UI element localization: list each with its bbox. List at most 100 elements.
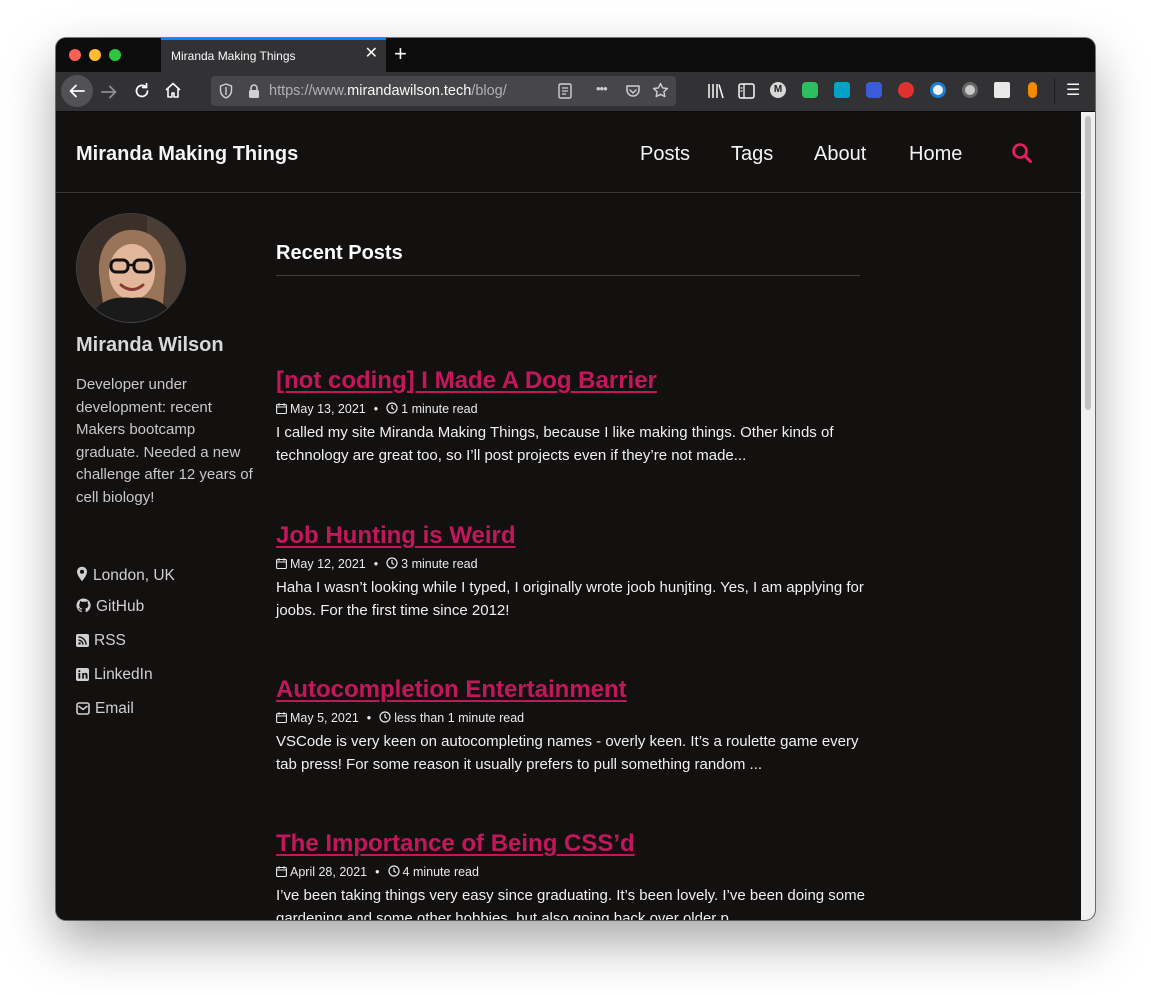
nav-home[interactable]: Home (909, 143, 962, 166)
post-excerpt: I called my site Miranda Making Things, … (276, 424, 834, 464)
post-meta: May 5, 2021 • less than 1 minute read (276, 711, 866, 725)
section-divider (276, 275, 860, 276)
meta-separator: • (373, 402, 379, 416)
back-arrow-icon (69, 84, 85, 98)
browser-window: Miranda Making Things ✕ + https://www.mi… (56, 38, 1095, 920)
home-button[interactable] (164, 81, 182, 99)
post-item: Job Hunting is Weird May 12, 2021 • 3 minu… (276, 521, 866, 622)
author-name: Miranda Wilson (76, 334, 224, 356)
linkedin-link[interactable]: LinkedIn (76, 666, 153, 684)
post-meta: April 28, 2021 • 4 minute read (276, 865, 866, 879)
shield-icon[interactable] (219, 83, 233, 99)
post-title-link[interactable]: Autocompletion Entertainment (276, 675, 866, 705)
nav-about[interactable]: About (814, 143, 866, 166)
calendar-icon (276, 866, 287, 878)
post-excerpt: Haha I wasn’t looking while I typed, I o… (276, 579, 864, 619)
location-pin-icon (77, 566, 87, 582)
clock-icon (387, 865, 400, 877)
tab-close-icon[interactable]: ✕ (365, 45, 378, 63)
post-title-link[interactable]: The Importance of Being CSS’d (276, 829, 866, 859)
github-icon (76, 598, 91, 613)
calendar-icon (276, 403, 287, 415)
post-excerpt: VSCode is very keen on autocompleting na… (276, 733, 859, 773)
post-date: May 12, 2021 (290, 557, 366, 571)
email-link[interactable]: Email (76, 700, 134, 718)
site-header: Miranda Making Things Posts Tags About H… (56, 112, 1081, 193)
rss-link[interactable]: RSS (76, 632, 126, 650)
tab-strip: Miranda Making Things ✕ + (56, 38, 1095, 72)
calendar-icon (276, 712, 287, 724)
tab-active[interactable]: Miranda Making Things ✕ (161, 38, 386, 72)
post-read-time: 4 minute read (402, 865, 479, 879)
nav-tags[interactable]: Tags (731, 143, 773, 166)
site-title-link[interactable]: Miranda Making Things (76, 143, 298, 166)
lock-icon[interactable] (247, 83, 261, 99)
extension-circle-icon[interactable] (962, 82, 978, 98)
scrollbar-thumb[interactable] (1085, 116, 1091, 410)
author-photo (77, 214, 185, 322)
back-button[interactable] (61, 75, 93, 107)
extension-check-icon[interactable] (994, 82, 1010, 98)
post-meta: May 13, 2021 • 1 minute read (276, 402, 866, 416)
post-read-time: 3 minute read (401, 557, 478, 571)
sidebar-toggle-icon[interactable] (738, 83, 755, 99)
post-title-link[interactable]: Job Hunting is Weird (276, 521, 866, 551)
rss-icon (76, 634, 89, 647)
url-text[interactable]: https://www.mirandawilson.tech/blog/ (269, 83, 507, 99)
post-item: Autocompletion Entertainment May 5, 2021… (276, 675, 866, 776)
extension-red-icon[interactable] (898, 82, 914, 98)
menu-icon[interactable]: ☰ (1066, 81, 1080, 101)
rss-label: RSS (94, 632, 126, 649)
author-bio: Developer under development: recent Make… (76, 376, 253, 506)
github-link[interactable]: GitHub (76, 598, 144, 616)
linkedin-label: LinkedIn (94, 666, 153, 683)
reader-view-icon[interactable] (558, 83, 572, 99)
extension-orange-icon[interactable] (1028, 82, 1037, 98)
page-scrollbar[interactable] (1081, 112, 1095, 920)
calendar-icon (276, 558, 287, 570)
post-date: April 28, 2021 (290, 865, 368, 879)
post-date: May 5, 2021 (290, 711, 359, 725)
extension-m-icon[interactable]: M (770, 82, 786, 98)
clock-icon (386, 402, 398, 414)
meta-separator: • (375, 865, 380, 879)
toolbar-divider (1054, 78, 1055, 104)
email-icon (76, 702, 90, 715)
meta-separator: • (373, 557, 379, 571)
extension-shield-icon[interactable] (930, 82, 946, 98)
browser-toolbar: https://www.mirandawilson.tech/blog/ •••… (56, 72, 1095, 112)
post-meta: May 12, 2021 • 3 minute read (276, 557, 866, 571)
zoom-window-button[interactable] (109, 49, 121, 61)
meta-separator: • (366, 711, 372, 725)
url-bar[interactable]: https://www.mirandawilson.tech/blog/ ••• (211, 76, 676, 106)
url-prefix: https://www. (269, 83, 348, 99)
web-page: Miranda Making Things Posts Tags About H… (56, 112, 1081, 920)
author-location: London, UK (76, 566, 175, 585)
post-read-time: 1 minute read (401, 402, 478, 416)
forward-button[interactable] (100, 83, 118, 101)
search-icon[interactable] (1011, 142, 1033, 164)
post-date: May 13, 2021 (290, 402, 366, 416)
save-icon[interactable] (834, 82, 850, 98)
linkedin-icon (76, 668, 89, 681)
reload-button[interactable] (133, 82, 151, 100)
page-actions-icon[interactable]: ••• (596, 81, 608, 96)
github-label: GitHub (96, 598, 145, 615)
nav-posts[interactable]: Posts (640, 143, 690, 166)
location-label: London, UK (93, 567, 175, 584)
email-label: Email (95, 700, 134, 717)
avatar (76, 213, 186, 323)
url-domain: mirandawilson.tech (347, 83, 472, 99)
post-title-link[interactable]: [not coding] I Made A Dog Barrier (276, 366, 866, 396)
clock-icon (386, 557, 398, 569)
bookmark-extension-icon[interactable] (866, 82, 882, 98)
new-tab-button[interactable]: + (394, 42, 407, 66)
close-window-button[interactable] (69, 49, 81, 61)
post-read-time: less than 1 minute read (394, 711, 525, 725)
bookmark-star-icon[interactable] (652, 82, 669, 99)
minimize-window-button[interactable] (89, 49, 101, 61)
evernote-icon[interactable] (802, 82, 818, 98)
pocket-icon[interactable] (625, 83, 641, 99)
library-icon[interactable] (707, 83, 725, 99)
post-item: [not coding] I Made A Dog Barrier May 13… (276, 366, 866, 467)
